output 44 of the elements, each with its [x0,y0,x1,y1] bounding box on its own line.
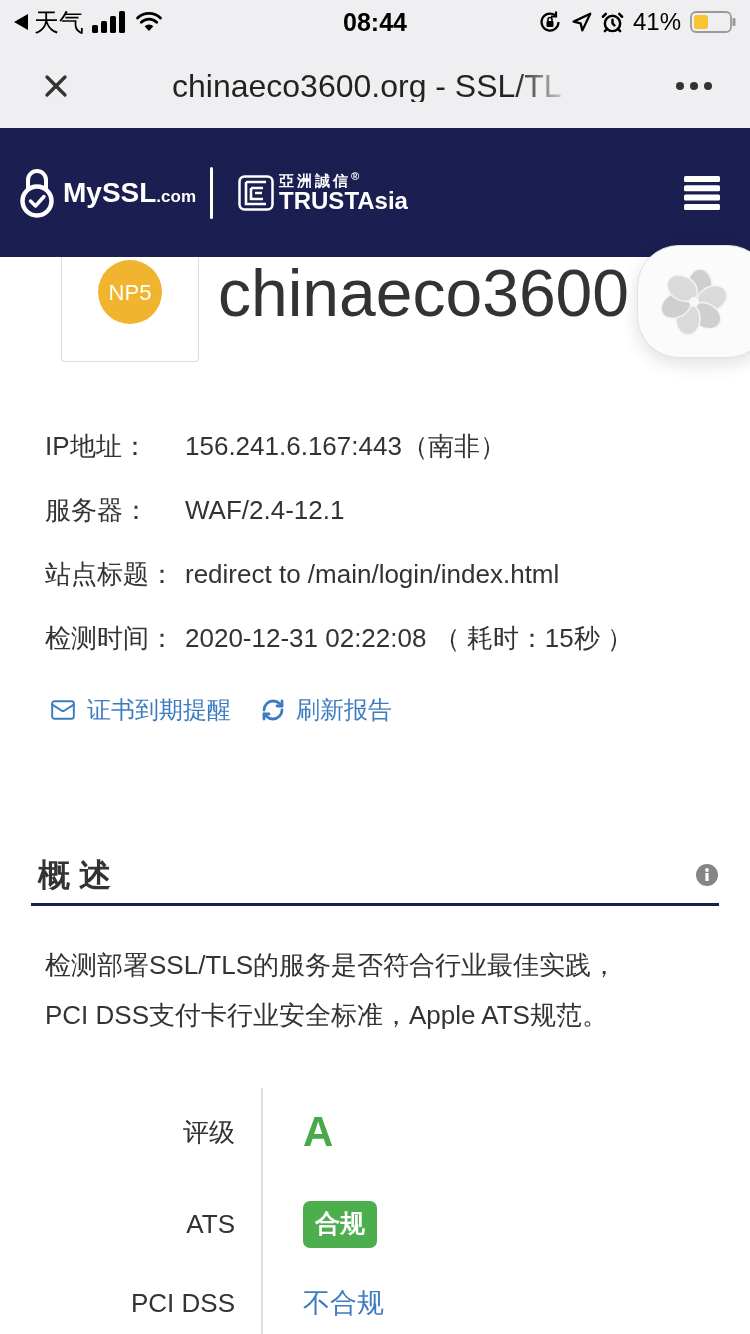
site-name: chinaeco3600 [218,257,630,329]
signal-icon [92,11,126,33]
clock-time: 08:44 [343,9,407,35]
result-label: 评级 [183,1115,235,1149]
refresh-icon [261,698,285,722]
info-icon[interactable] [696,864,718,886]
more-icon [676,82,712,90]
alarm-clock-icon [600,10,624,34]
menu-icon [684,175,720,210]
detail-value: 2020-12-31 02:22:08 （ 耗时：15秒 ） [185,621,634,655]
action-link[interactable]: 刷新报告 [261,692,392,728]
result-label: PCI DSS [130,1286,235,1320]
section-title: 概 述 [36,856,111,895]
result-label: ATS [186,1207,235,1241]
wifi-icon [136,12,162,32]
detail-label: 检测时间： [45,621,176,655]
detail-value: 156.241.6.167:443（南非） [185,429,506,463]
floating-button[interactable] [637,245,750,358]
detail-value: WAF/2.4-12.1 [185,493,345,527]
overview-description: 检测部署SSL/TLS的服务是否符合行业最佳实践，PCI DSS支付卡行业安全标准，Apple ATS规范。 [45,949,619,1032]
battery-percent: 41% [632,10,681,34]
action-link[interactable]: 证书到期提醒 [50,692,231,728]
battery-icon [690,11,736,33]
more-button[interactable] [676,82,712,90]
location-arrow-icon [570,11,592,33]
detail-label: IP地址： [45,429,149,463]
padlock-check-icon [18,167,56,218]
back-arrow-icon [14,14,28,30]
grade-letter: A [303,1111,334,1153]
status-tag: 合规 [303,1200,377,1248]
detail-label: 服务器： [45,493,150,527]
myssl-logo-text: MySSL.com [63,178,197,207]
status-link[interactable]: 不合规 [303,1282,384,1324]
pinwheel-icon [660,267,728,336]
trustasia-emblem-icon [238,174,275,211]
rotation-lock-icon [537,10,562,34]
mail-icon [50,697,76,723]
detail-value: redirect to /main/login/index.html [185,557,560,591]
menu-button[interactable] [684,175,720,210]
detail-label: 站点标题： [45,557,176,591]
site-badge: NP5 [98,260,162,324]
partner-name-chinese: 亞洲誠信$^{®}$ [279,172,364,189]
partner-name-latin: TRUSTAsia [279,189,408,213]
back-app-label[interactable]: 天气 [34,9,84,35]
